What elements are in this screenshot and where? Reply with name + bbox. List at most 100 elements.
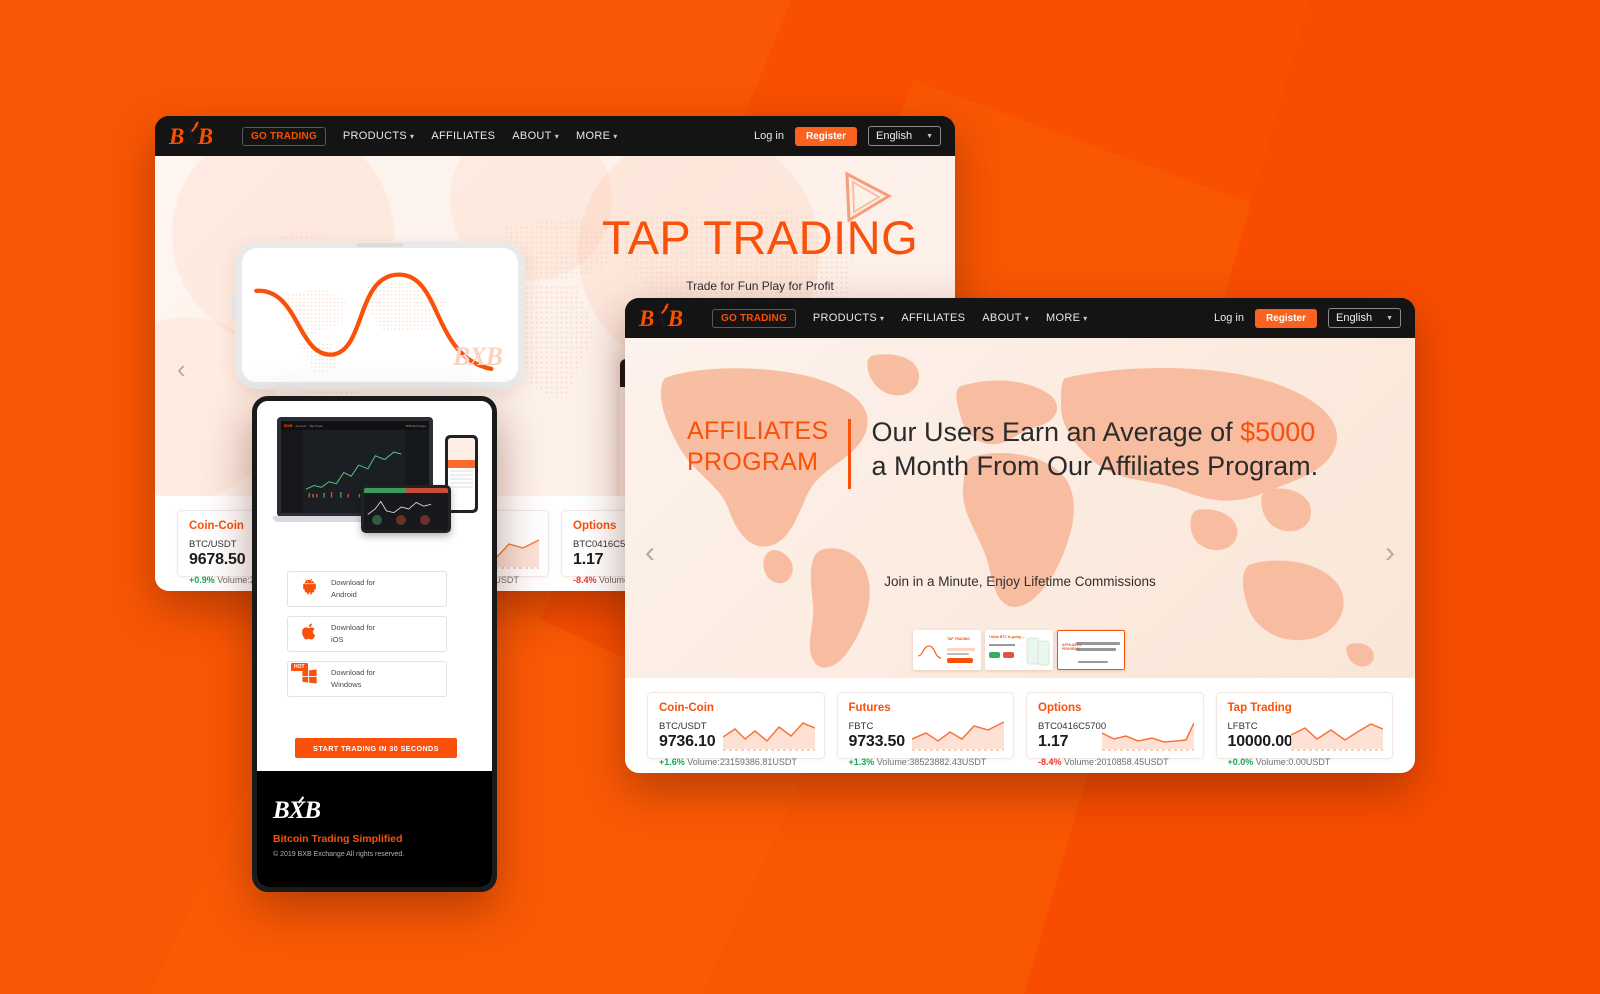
- phone-mockup: BXB: [232, 241, 525, 389]
- login-link[interactable]: Log in: [754, 130, 784, 142]
- nav-go-trading-button[interactable]: GO TRADING: [712, 308, 796, 328]
- hero-subtitle: Trade for Fun Play for Profit: [686, 279, 834, 293]
- download-android-button[interactable]: Download for Android: [287, 571, 447, 607]
- ticker-change: +0.9%: [189, 575, 215, 585]
- carousel-prev-button[interactable]: ‹: [177, 354, 186, 385]
- carousel-thumbnails: TAP TRADING I think BTC is going ... AFF…: [913, 630, 1125, 670]
- nav-label: AFFILIATES: [901, 312, 966, 324]
- cta-label: START TRADING IN 30 SECONDS: [313, 743, 439, 753]
- nav-item-about[interactable]: ABOUT ▾: [512, 130, 559, 142]
- ticker-category: Tap Trading: [1227, 702, 1292, 714]
- ticker-change: +1.6%: [659, 757, 685, 767]
- thumb-label: I think BTC is going ...: [989, 635, 1025, 639]
- nav-label: AFFILIATES: [431, 130, 496, 142]
- apple-icon: [300, 622, 319, 646]
- language-select[interactable]: English ▼: [867, 126, 941, 146]
- download-label-line2: iOS: [331, 635, 344, 644]
- hero-eyebrow-line2: PROGRAM: [687, 447, 819, 476]
- phone-brand-logo: BXB: [452, 342, 503, 371]
- phone-landscape: [361, 485, 451, 533]
- ticker-card[interactable]: Options BTC0416C5700 1.17 -8.4% Volume:2…: [1026, 692, 1204, 767]
- chevron-down-icon: ▼: [926, 132, 933, 140]
- nav-label: PRODUCTS: [812, 312, 878, 324]
- nav-item-about[interactable]: ABOUT ▾: [982, 312, 1029, 324]
- ticker-category: Options: [1038, 702, 1082, 714]
- ticker-card[interactable]: Coin-Coin BTC/USDT 9736.10 +1.6% Volume:…: [647, 692, 825, 767]
- ticker-volume: Volume:38523882.43USDT: [876, 757, 987, 767]
- ticker-sparkline: [1290, 719, 1384, 751]
- page-title: TAP TRADING: [601, 211, 919, 264]
- hero-eyebrow: AFFILIATES PROGRAM: [687, 416, 828, 477]
- ticker-strip: Coin-Coin BTC/USDT 9736.10 +1.6% Volume:…: [625, 678, 1415, 773]
- carousel-next-button[interactable]: ›: [1385, 536, 1395, 570]
- ticker-change: +0.0%: [1227, 757, 1254, 767]
- nav-label: MORE: [576, 130, 611, 142]
- brand-logo[interactable]: BXB: [639, 302, 683, 330]
- footer-logo: BXB: [273, 796, 321, 824]
- login-link[interactable]: Log in: [1214, 312, 1244, 324]
- ticker-sparkline: [911, 719, 1005, 751]
- thumb-label: AFFILIATES PROGRAM: [1062, 643, 1082, 652]
- footer-copyright: © 2019 BXB Exchange All rights reserved.: [273, 851, 405, 858]
- carousel-thumb-tap-trading[interactable]: TAP TRADING: [913, 630, 981, 670]
- start-trading-cta-button[interactable]: START TRADING IN 30 SECONDS: [295, 738, 457, 758]
- language-value: English: [1335, 312, 1373, 324]
- chevron-down-icon: ▾: [554, 131, 560, 141]
- download-ios-button[interactable]: Download for iOS: [287, 616, 447, 652]
- chevron-down-icon: ▾: [880, 313, 885, 323]
- download-label-line1: Download for: [331, 578, 376, 588]
- ticker-change: -8.4%: [573, 575, 597, 585]
- footer-tagline: Bitcoin Trading Simplified: [273, 833, 403, 845]
- world-map-backdrop: [660, 354, 1374, 668]
- brand-logo[interactable]: BXB: [169, 120, 213, 148]
- nav-links: GO TRADING PRODUCTS ▾ AFFILIATES ABOUT ▾…: [712, 308, 1088, 328]
- ticker-card[interactable]: Tap Trading LFBTC 10000.00 +0.0% Volume:…: [1215, 692, 1393, 767]
- ticker-volume: Volume:2010858.45USDT: [1064, 757, 1169, 767]
- ticker-change: -8.4%: [1038, 757, 1062, 767]
- hero-headline: Our Users Earn an Average of $5000 a Mon…: [871, 416, 1318, 484]
- ticker-category: Futures: [848, 702, 891, 714]
- phone-notch: [357, 243, 403, 247]
- carousel-thumb-affiliates[interactable]: AFFILIATES PROGRAM: [1057, 630, 1125, 670]
- chevron-down-icon: ▼: [1386, 314, 1393, 322]
- hero-carousel-slide: ‹ › AFFILIATES PROGRAM Our Users Earn an…: [625, 338, 1415, 678]
- nav-links: GO TRADING PRODUCTS ▾ AFFILIATES ABOUT ▾…: [242, 126, 618, 146]
- download-buttons: Download for Android Download for iOS HO…: [287, 571, 447, 697]
- device-mockup-downloads: BXB Account Tap Trade BXB Exchange Downl…: [252, 396, 497, 892]
- nav-item-products[interactable]: PRODUCTS ▾: [343, 130, 414, 142]
- ticker-change: +1.3%: [848, 757, 875, 767]
- ticker-sparkline: [722, 719, 815, 751]
- page-body: ‹ › AFFILIATES PROGRAM Our Users Earn an…: [625, 338, 1415, 773]
- nav-item-more[interactable]: MORE ▾: [1046, 312, 1088, 324]
- navbar: BXB GO TRADING PRODUCTS ▾ AFFILIATES ABO…: [155, 116, 955, 156]
- carousel-prev-button[interactable]: ‹: [645, 536, 655, 570]
- nav-label: MORE: [1046, 312, 1081, 324]
- nav-label: ABOUT: [982, 312, 1022, 324]
- download-label-line1: Download for: [331, 623, 376, 633]
- mobile-top-section: BXB Account Tap Trade BXB Exchange Downl…: [257, 401, 492, 758]
- language-select[interactable]: English ▼: [1327, 308, 1401, 328]
- browser-window-affiliates: BXB GO TRADING PRODUCTS ▾ AFFILIATES ABO…: [625, 298, 1415, 773]
- phone-side-button: [232, 294, 236, 320]
- nav-item-more[interactable]: MORE ▾: [576, 130, 618, 142]
- headline-amount: $5000: [1240, 417, 1316, 447]
- ticker-category: Coin-Coin: [659, 702, 714, 714]
- download-windows-button[interactable]: HOT Download for Windows: [287, 661, 447, 697]
- nav-label: PRODUCTS: [342, 130, 408, 142]
- ticker-card[interactable]: Futures FBTC 9733.50 +1.3% Volume:385238…: [836, 692, 1014, 767]
- nav-item-affiliates[interactable]: AFFILIATES: [901, 312, 965, 324]
- nav-item-affiliates[interactable]: AFFILIATES: [431, 130, 495, 142]
- nav-go-trading-button[interactable]: GO TRADING: [242, 126, 326, 146]
- headline-line1: Our Users Earn an Average of $5000: [871, 416, 1318, 450]
- register-button[interactable]: Register: [794, 126, 857, 146]
- thumb-label: TAP TRADING: [947, 637, 970, 641]
- android-icon: [300, 577, 319, 601]
- nav-right: Log in Register English ▼: [1214, 308, 1401, 328]
- chevron-down-icon: ▾: [1024, 313, 1030, 323]
- language-value: English: [875, 130, 913, 142]
- hero-text: TAP TRADING Trade for Fun Play for Profi…: [575, 214, 945, 293]
- nav-item-products[interactable]: PRODUCTS ▾: [813, 312, 884, 324]
- carousel-thumb-tap[interactable]: I think BTC is going ...: [985, 630, 1053, 670]
- devices-illustration: BXB Account Tap Trade BXB Exchange: [273, 413, 478, 548]
- register-button[interactable]: Register: [1254, 308, 1317, 328]
